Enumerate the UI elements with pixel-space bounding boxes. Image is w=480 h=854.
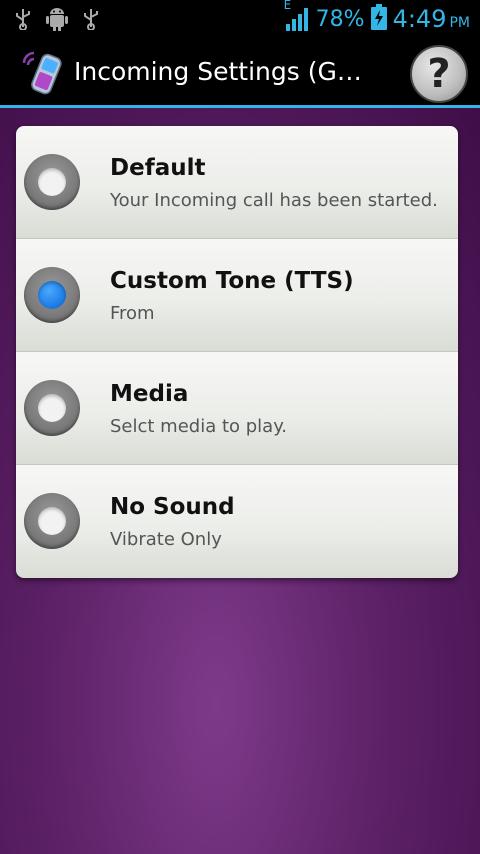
phone-app-icon [18,47,68,97]
clock: 4:49 PM [393,5,470,33]
option-title: Default [110,155,206,181]
option-subtitle: Vibrate Only [110,529,222,550]
option-subtitle: Your Incoming call has been started. [110,190,438,211]
help-icon: ? [427,51,451,97]
help-button[interactable]: ? [410,45,468,103]
ringtone-options-list: Default Your Incoming call has been star… [16,126,458,578]
battery-percent: 78% [315,6,365,32]
system-indicators: E 78% 4:49 PM [284,0,470,34]
option-subtitle: Selct media to play. [110,416,288,437]
usb-icon [82,8,100,30]
option-title: Media [110,381,189,407]
radio-button[interactable] [24,493,80,549]
notification-icons [14,7,100,31]
usb-icon [14,8,32,30]
option-media[interactable]: Media Selct media to play. [16,352,458,465]
network-type-label: E [283,0,292,12]
option-subtitle: From [110,303,155,324]
clock-ampm: PM [449,15,470,31]
radio-button[interactable] [24,380,80,436]
action-bar: Incoming Settings (Ge… ? [0,38,480,108]
radio-button[interactable] [24,154,80,210]
battery-charging-icon [370,4,387,34]
option-title: No Sound [110,494,235,520]
radio-button-selected[interactable] [24,267,80,323]
page-title: Incoming Settings (Ge… [74,57,374,86]
signal-icon: E [284,0,310,32]
clock-time: 4:49 [392,5,447,33]
option-no-sound[interactable]: No Sound Vibrate Only [16,465,458,578]
status-bar: E 78% 4:49 PM [0,0,480,38]
android-debug-icon [46,7,68,31]
option-custom-tone[interactable]: Custom Tone (TTS) From [16,239,458,352]
option-title: Custom Tone (TTS) [110,268,354,294]
option-default[interactable]: Default Your Incoming call has been star… [16,126,458,239]
